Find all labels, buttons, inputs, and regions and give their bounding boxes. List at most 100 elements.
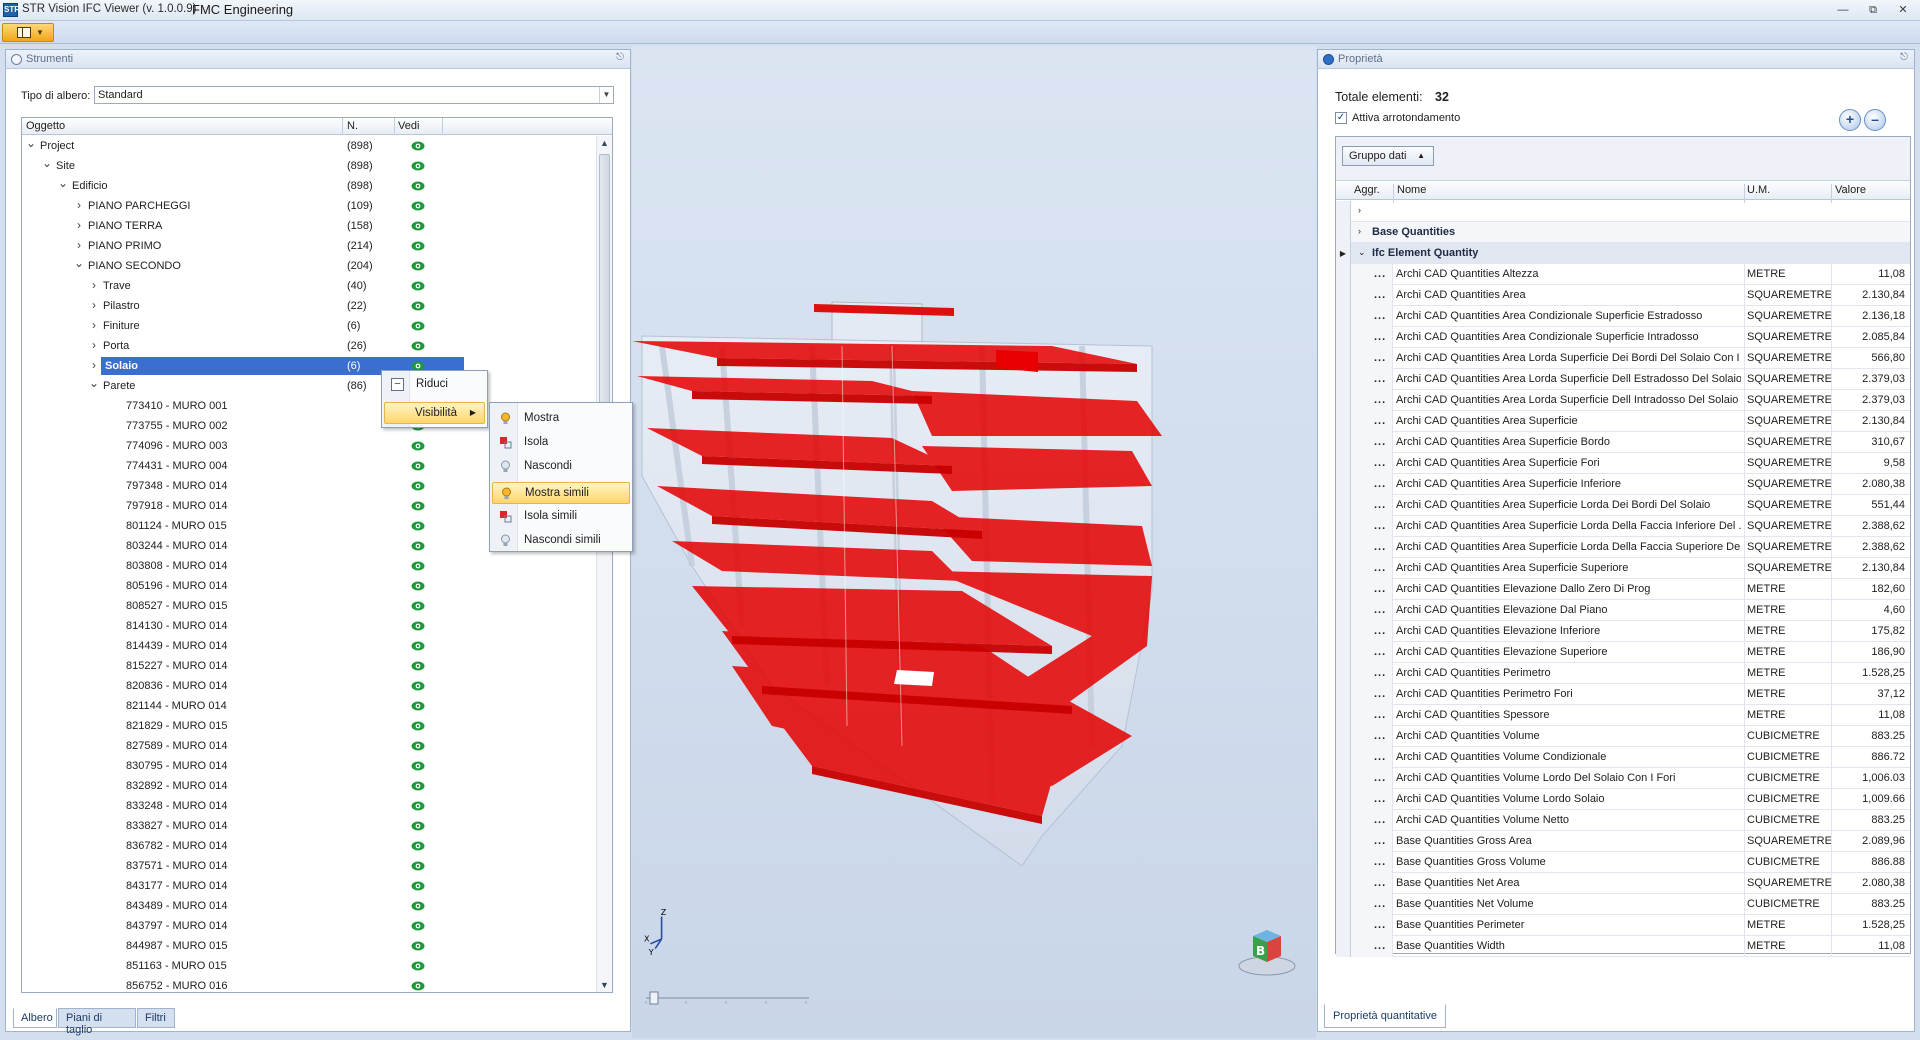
close-button[interactable]: ✕ [1892, 2, 1914, 18]
ellipsis-button[interactable]: ... [1374, 478, 1386, 490]
rounding-checkbox[interactable]: ✓ [1335, 112, 1347, 124]
visibility-eye-icon[interactable] [411, 221, 425, 231]
collapse-all-button[interactable]: – [1864, 109, 1886, 131]
tree-row[interactable]: 808527 - MURO 015 [22, 596, 594, 616]
navigation-cube[interactable]: B [1235, 922, 1299, 978]
tree-row[interactable]: 814439 - MURO 014 [22, 636, 594, 656]
visibility-eye-icon[interactable] [411, 781, 425, 791]
property-row[interactable]: ... Archi CAD Quantities Volume Netto CUBI… [1336, 810, 1910, 831]
chevron-right-icon[interactable]: › [74, 218, 84, 232]
chevron-down-icon[interactable]: ⌄ [1358, 247, 1366, 258]
column-um[interactable]: U.M. [1747, 184, 1770, 196]
visibility-eye-icon[interactable] [411, 581, 425, 591]
property-row[interactable]: ... Archi CAD Quantities Area Superficie … [1336, 453, 1910, 474]
ellipsis-button[interactable]: ... [1374, 583, 1386, 595]
property-row[interactable]: ... Archi CAD Quantities Area Superficie … [1336, 537, 1910, 558]
visibility-eye-icon[interactable] [411, 501, 425, 511]
visibility-eye-icon[interactable] [411, 961, 425, 971]
ellipsis-button[interactable]: ... [1374, 373, 1386, 385]
visibility-eye-icon[interactable] [411, 661, 425, 671]
property-row[interactable]: ... Archi CAD Quantities Area Lorda Super… [1336, 348, 1910, 369]
visibility-eye-icon[interactable] [411, 621, 425, 631]
property-row[interactable]: ... Archi CAD Quantities Area Superficie … [1336, 516, 1910, 537]
tree-row[interactable]: ⌄ Site (898) [22, 156, 594, 176]
visibility-eye-icon[interactable] [411, 521, 425, 531]
chevron-right-icon[interactable]: › [74, 238, 84, 252]
tree-row[interactable]: 820836 - MURO 014 [22, 676, 594, 696]
scroll-down-icon[interactable]: ▼ [600, 980, 609, 990]
tree-type-select[interactable]: Standard ▼ [94, 86, 614, 104]
tree-row[interactable]: 805196 - MURO 014 [22, 576, 594, 596]
tab-quantity-properties[interactable]: Proprietà quantitative [1324, 1004, 1446, 1028]
ellipsis-button[interactable]: ... [1374, 436, 1386, 448]
tree-row[interactable]: 821144 - MURO 014 [22, 696, 594, 716]
tree-row[interactable]: 815227 - MURO 014 [22, 656, 594, 676]
ellipsis-button[interactable]: ... [1374, 331, 1386, 343]
ellipsis-button[interactable]: ... [1374, 394, 1386, 406]
visibility-eye-icon[interactable] [411, 721, 425, 731]
visibility-eye-icon[interactable] [411, 341, 425, 351]
ellipsis-button[interactable]: ... [1374, 814, 1386, 826]
chevron-down-icon[interactable]: ▼ [599, 87, 613, 103]
property-row[interactable]: ... Archi CAD Quantities Area Condizional… [1336, 306, 1910, 327]
column-visible[interactable]: Vedi [398, 120, 419, 132]
tab-clipping-planes[interactable]: Piani di taglio [58, 1008, 136, 1036]
property-row[interactable]: ... Archi CAD Quantities Area SQUAREMETRE 2… [1336, 285, 1910, 306]
property-row[interactable]: ... Base Quantities Perimeter METRE 1.528,2… [1336, 915, 1910, 936]
visibility-eye-icon[interactable] [411, 941, 425, 951]
property-row[interactable]: ... Base Quantities Width METRE 11,08 [1336, 936, 1910, 957]
ellipsis-button[interactable]: ... [1374, 751, 1386, 763]
clip-slider[interactable] [644, 990, 814, 1006]
3d-viewport[interactable]: Z X Y B [632, 46, 1316, 1038]
property-row[interactable]: ... Archi CAD Quantities Area Superficie … [1336, 558, 1910, 579]
visibility-eye-icon[interactable] [411, 881, 425, 891]
property-row[interactable]: ... Archi CAD Quantities Volume CUBICMETRE… [1336, 726, 1910, 747]
ellipsis-button[interactable]: ... [1374, 499, 1386, 511]
tree-row[interactable]: 836782 - MURO 014 [22, 836, 594, 856]
ellipsis-button[interactable]: ... [1374, 646, 1386, 658]
ellipsis-button[interactable]: ... [1374, 352, 1386, 364]
tree-row[interactable]: › Porta (26) [22, 336, 594, 356]
pin-icon[interactable]: ⎋ [616, 52, 624, 63]
property-row[interactable]: ... Base Quantities Net Area SQUAREMETRE 2.… [1336, 873, 1910, 894]
visibility-eye-icon[interactable] [411, 601, 425, 611]
visibility-eye-icon[interactable] [411, 801, 425, 811]
visibility-eye-icon[interactable] [411, 981, 425, 991]
ellipsis-button[interactable]: ... [1374, 604, 1386, 616]
property-row[interactable]: ... Archi CAD Quantities Elevazione Super… [1336, 642, 1910, 663]
group-row-ifc-element-quantity[interactable]: ▶ ⌄ Ifc Element Quantity [1336, 243, 1910, 264]
column-value[interactable]: Valore [1835, 184, 1866, 196]
ellipsis-button[interactable]: ... [1374, 688, 1386, 700]
visibility-eye-icon[interactable] [411, 181, 425, 191]
column-aggr[interactable]: Aggr. [1354, 184, 1380, 196]
visibility-eye-icon[interactable] [411, 921, 425, 931]
group-row-base-quantities[interactable]: › Base Quantities [1336, 222, 1910, 243]
property-row[interactable]: ... Archi CAD Quantities Area Superficie … [1336, 474, 1910, 495]
property-row[interactable]: ... Archi CAD Quantities Elevazione Dal P… [1336, 600, 1910, 621]
ellipsis-button[interactable]: ... [1374, 268, 1386, 280]
property-row[interactable]: ... Archi CAD Quantities Area Condizional… [1336, 327, 1910, 348]
chevron-down-icon[interactable]: ⌄ [26, 136, 36, 150]
tree-row[interactable]: › PIANO TERRA (158) [22, 216, 594, 236]
visibility-eye-icon[interactable] [411, 241, 425, 251]
visibility-option-nascondi[interactable]: Nascondi [492, 456, 630, 478]
visibility-option-mostra-simili[interactable]: Mostra simili [492, 482, 630, 504]
property-row[interactable]: ... Base Quantities Gross Area SQUAREMETRE… [1336, 831, 1910, 852]
ellipsis-button[interactable]: ... [1374, 415, 1386, 427]
ellipsis-button[interactable]: ... [1374, 940, 1386, 952]
column-count[interactable]: N. [347, 120, 358, 132]
visibility-eye-icon[interactable] [411, 481, 425, 491]
visibility-option-nascondi-simili[interactable]: Nascondi simili [492, 530, 630, 552]
visibility-eye-icon[interactable] [411, 141, 425, 151]
column-name[interactable]: Nome [1397, 184, 1426, 196]
ellipsis-button[interactable]: ... [1374, 667, 1386, 679]
ellipsis-button[interactable]: ... [1374, 520, 1386, 532]
visibility-option-mostra[interactable]: Mostra [492, 408, 630, 430]
tree-row[interactable]: 803808 - MURO 014 [22, 556, 594, 576]
tree-row[interactable]: ⌄ PIANO SECONDO (204) [22, 256, 594, 276]
property-row[interactable]: ... Archi CAD Quantities Elevazione Infer… [1336, 621, 1910, 642]
ellipsis-button[interactable]: ... [1374, 877, 1386, 889]
column-object[interactable]: Oggetto [26, 120, 65, 132]
pin-icon[interactable]: ⎋ [1900, 52, 1908, 63]
tree-row[interactable]: › PIANO PRIMO (214) [22, 236, 594, 256]
